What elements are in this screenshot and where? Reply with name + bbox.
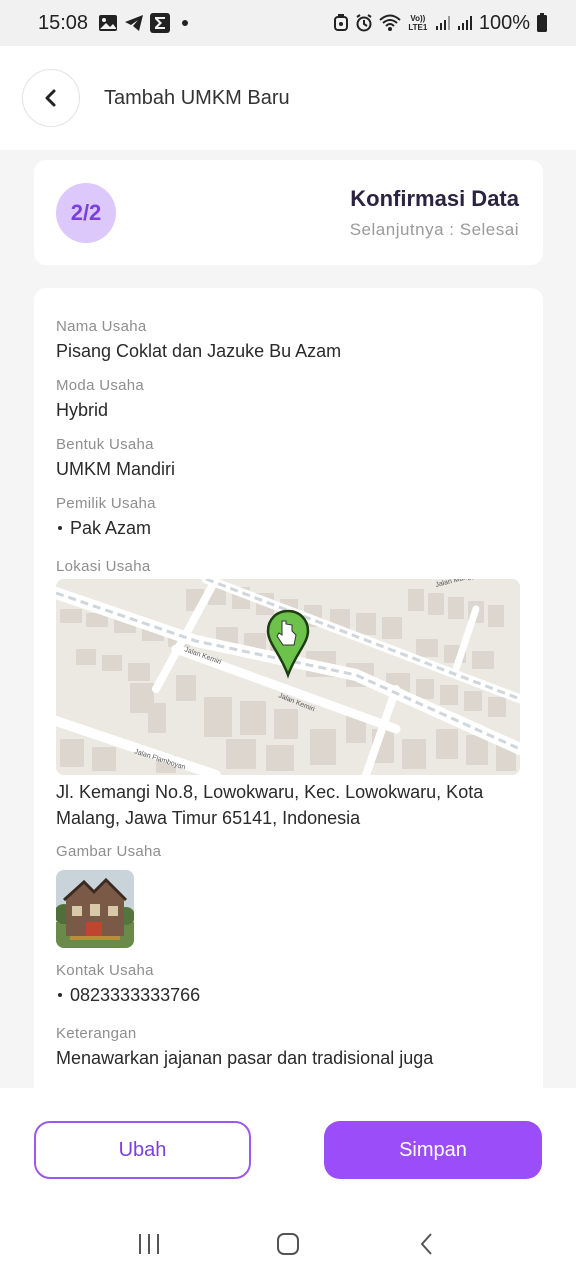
bentuk-usaha-value: UMKM Mandiri <box>56 459 176 479</box>
sigma-icon <box>150 13 171 33</box>
step-title: Konfirmasi Data <box>350 185 519 211</box>
pemilik-usaha-item: Pak Azam <box>56 516 521 540</box>
lokasi-usaha-block: Lokasi Usaha Jalan Kemiri Jalan Kemiri J… <box>56 558 521 831</box>
wifi-icon <box>379 14 401 32</box>
gambar-usaha-block: Gambar Usaha <box>56 843 521 948</box>
home-icon <box>276 1233 299 1255</box>
status-time: 15:08 <box>38 11 89 34</box>
clock-icon <box>355 14 373 32</box>
step-next: Selanjutnya : Selesai <box>349 219 519 239</box>
bentuk-usaha-block: Bentuk Usaha UMKM Mandiri <box>56 436 521 481</box>
system-back-button[interactable] <box>397 1224 457 1264</box>
dot-icon <box>182 20 189 26</box>
kontak-usaha-label: Kontak Usaha <box>56 962 154 979</box>
volte-icon: Vo)) LTE1 <box>408 14 428 32</box>
edit-button[interactable]: Ubah <box>34 1121 251 1179</box>
step-badge: 2/2 <box>56 182 116 243</box>
action-bar: Ubah Simpan <box>0 1088 576 1208</box>
pemilik-usaha-label: Pemilik Usaha <box>56 495 156 512</box>
location-map[interactable]: Jalan Kemiri Jalan Kemiri Jalan Flamboya… <box>56 579 520 775</box>
lokasi-usaha-label: Lokasi Usaha <box>56 558 151 575</box>
moda-usaha-value: Hybrid <box>56 400 109 420</box>
save-button[interactable]: Simpan <box>324 1121 542 1179</box>
bullet-icon <box>58 993 62 997</box>
detail-card: Nama Usaha Pisang Coklat dan Jazuke Bu A… <box>34 288 543 1088</box>
back-icon <box>420 1233 432 1255</box>
alarm-icon <box>333 14 349 32</box>
keterangan-value: Menawarkan jajanan pasar dan tradisional… <box>56 1048 434 1068</box>
back-button[interactable] <box>22 69 80 127</box>
pemilik-usaha-block: Pemilik Usaha Pak Azam <box>56 495 521 540</box>
location-address: Jl. Kemangi No.8, Lowokwaru, Kec. Lowokw… <box>56 782 484 828</box>
signal-icon <box>435 15 451 31</box>
kontak-usaha-block: Kontak Usaha 0823333333766 <box>56 962 521 1007</box>
gambar-usaha-label: Gambar Usaha <box>56 843 162 860</box>
battery-icon <box>536 13 548 33</box>
pemilik-usaha-value: Pak Azam <box>70 518 152 538</box>
recent-apps-icon <box>139 1234 160 1254</box>
keterangan-block: Keterangan Menawarkan jajanan pasar dan … <box>56 1025 521 1070</box>
app-bar: Tambah UMKM Baru <box>0 46 576 150</box>
moda-usaha-label: Moda Usaha <box>56 377 145 394</box>
moda-usaha-block: Moda Usaha Hybrid <box>56 377 521 422</box>
chevron-left-icon <box>45 89 56 107</box>
status-bar: 15:08 Vo)) LTE1 100% <box>0 0 576 46</box>
nama-usaha-block: Nama Usaha Pisang Coklat dan Jazuke Bu A… <box>56 318 521 363</box>
nama-usaha-label: Nama Usaha <box>56 318 147 335</box>
bullet-icon <box>58 526 62 530</box>
step-card: 2/2 Konfirmasi Data Selanjutnya : Selesa… <box>34 160 543 265</box>
business-photo[interactable] <box>56 870 134 948</box>
telegram-icon <box>124 14 144 32</box>
keterangan-label: Keterangan <box>56 1025 137 1042</box>
signal-icon <box>457 15 473 31</box>
gallery-icon <box>98 14 118 32</box>
recent-apps-button[interactable] <box>119 1224 179 1264</box>
kontak-usaha-item: 0823333333766 <box>56 983 521 1007</box>
kontak-usaha-value: 0823333333766 <box>70 985 201 1005</box>
battery-text: 100% <box>478 11 530 34</box>
page-title: Tambah UMKM Baru <box>104 86 290 109</box>
nama-usaha-value: Pisang Coklat dan Jazuke Bu Azam <box>56 341 342 361</box>
system-nav-bar <box>0 1208 576 1280</box>
home-button[interactable] <box>258 1224 318 1264</box>
bentuk-usaha-label: Bentuk Usaha <box>56 436 154 453</box>
